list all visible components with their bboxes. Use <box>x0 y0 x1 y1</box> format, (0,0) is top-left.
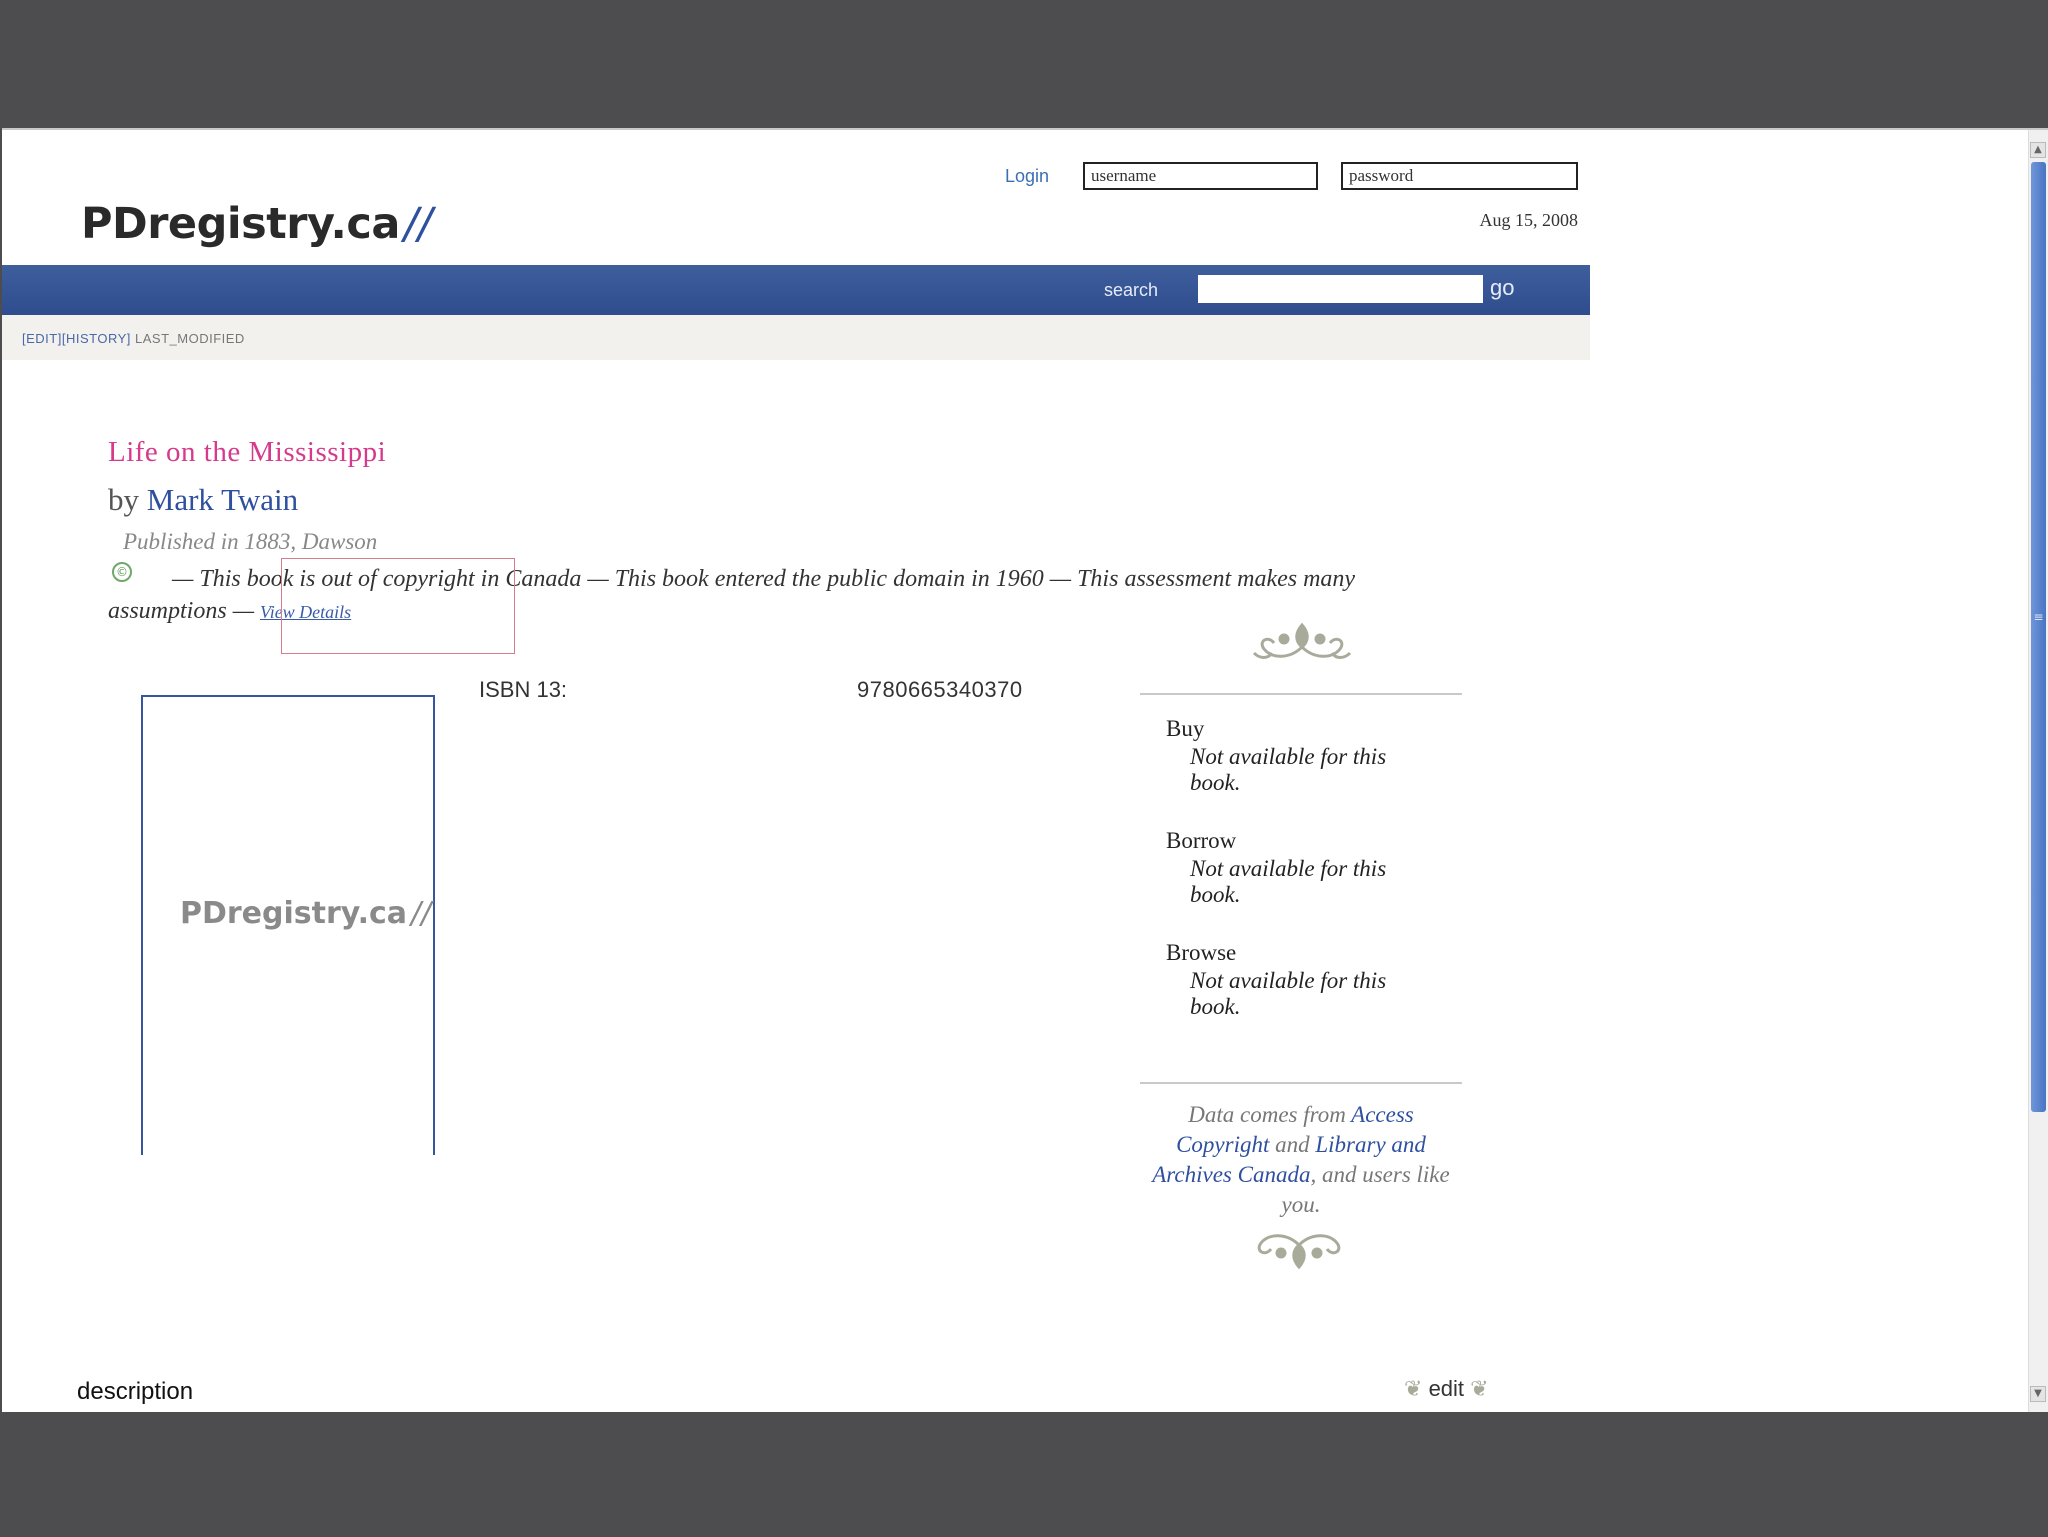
edit-label: edit <box>1428 1376 1465 1401</box>
source-and: and <box>1275 1132 1310 1157</box>
scrollbar-thumb[interactable] <box>2031 162 2046 1112</box>
cover-logo-text: PDregistry.ca <box>180 896 408 931</box>
by-prefix: by <box>108 482 139 517</box>
borrow-heading: Borrow <box>1166 828 1237 853</box>
description-heading: description <box>77 1378 194 1405</box>
sidebar-divider-top <box>1140 693 1462 695</box>
edit-description-button[interactable]: ❦ edit ❦ <box>1404 1376 1489 1402</box>
current-date: Aug 15, 2008 <box>1479 210 1579 230</box>
history-link[interactable]: [HISTORY] <box>62 331 131 346</box>
page-toolbar-links: [EDIT][HISTORY] LAST_MODIFIED <box>22 331 245 346</box>
search-input[interactable] <box>1198 275 1483 303</box>
book-byline: by Mark Twain <box>108 482 298 518</box>
leaf-icon: ❦ <box>1470 1376 1489 1401</box>
author-link[interactable]: Mark Twain <box>147 482 298 517</box>
buy-heading: Buy <box>1166 716 1205 741</box>
browser-viewport: PDregistry.ca// Login username password … <box>2 128 2048 1412</box>
browse-heading: Browse <box>1166 940 1237 965</box>
last-modified-label: LAST_MODIFIED <box>135 331 245 346</box>
search-label: search <box>1104 280 1159 300</box>
search-go-button[interactable]: go <box>1490 275 1514 301</box>
login-label[interactable]: Login <box>1005 166 1049 187</box>
site-logo[interactable]: PDregistry.ca// <box>81 199 432 249</box>
logo-slash: // <box>403 199 432 249</box>
cover-logo: PDregistry.ca// <box>180 896 431 931</box>
source-prefix: Data comes from <box>1188 1102 1346 1127</box>
leaf-icon: ❦ <box>1404 1376 1423 1401</box>
isbn-label: ISBN 13: <box>479 677 568 702</box>
buy-text: Not available for this book. <box>1190 744 1387 795</box>
publication-info: Published in 1883, Dawson <box>123 529 378 554</box>
username-field[interactable]: username <box>1083 162 1318 190</box>
logo-text: PDregistry.ca <box>81 199 400 249</box>
borrow-text: Not available for this book. <box>1190 856 1387 907</box>
isbn-value: 9780665340370 <box>857 677 1023 702</box>
public-domain-icon: © <box>112 562 132 582</box>
browse-text: Not available for this book. <box>1190 968 1387 1019</box>
password-field[interactable]: password <box>1341 162 1578 190</box>
highlight-box <box>281 558 515 654</box>
cover-logo-slash: // <box>411 896 432 931</box>
book-title: Life on the Mississippi <box>108 436 387 468</box>
scroll-down-arrow-icon[interactable]: ▼ <box>2030 1386 2046 1402</box>
scroll-up-arrow-icon[interactable]: ▲ <box>2030 142 2046 158</box>
page-content: PDregistry.ca// Login username password … <box>2 130 1590 1412</box>
edit-page-link[interactable]: [EDIT] <box>22 331 62 346</box>
fleuron-ornament-bottom-icon <box>1257 1234 1341 1270</box>
fleuron-ornament-icon <box>1252 622 1352 659</box>
scrollbar-grip-icon: ≡ <box>2033 610 2044 624</box>
data-source-note: Data comes from Access Copyright and Lib… <box>1140 1100 1462 1220</box>
sidebar-divider-bottom <box>1140 1082 1462 1084</box>
